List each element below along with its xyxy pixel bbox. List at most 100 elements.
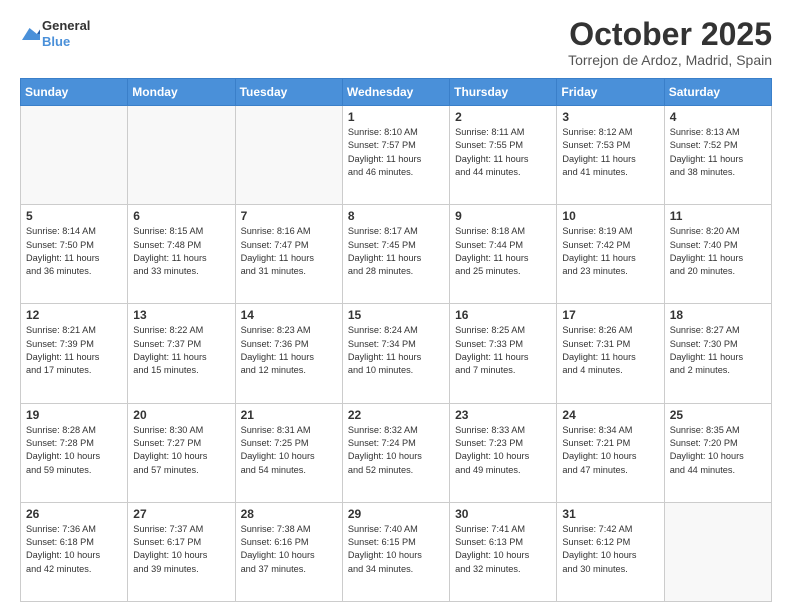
calendar-cell: 27 Sunrise: 7:37 AM Sunset: 6:17 PM Dayli… <box>128 502 235 601</box>
calendar-cell: 23 Sunrise: 8:33 AM Sunset: 7:23 PM Dayli… <box>450 403 557 502</box>
day-info: Sunrise: 8:14 AM Sunset: 7:50 PM Dayligh… <box>26 225 122 278</box>
day-info: Sunrise: 8:33 AM Sunset: 7:23 PM Dayligh… <box>455 424 551 477</box>
weekday-header-tuesday: Tuesday <box>235 79 342 106</box>
day-info: Sunrise: 7:40 AM Sunset: 6:15 PM Dayligh… <box>348 523 444 576</box>
day-info: Sunrise: 7:41 AM Sunset: 6:13 PM Dayligh… <box>455 523 551 576</box>
day-number: 21 <box>241 408 337 422</box>
calendar-cell: 5 Sunrise: 8:14 AM Sunset: 7:50 PM Daylig… <box>21 205 128 304</box>
day-number: 8 <box>348 209 444 223</box>
day-info: Sunrise: 7:36 AM Sunset: 6:18 PM Dayligh… <box>26 523 122 576</box>
calendar-cell: 21 Sunrise: 8:31 AM Sunset: 7:25 PM Dayli… <box>235 403 342 502</box>
day-info: Sunrise: 8:22 AM Sunset: 7:37 PM Dayligh… <box>133 324 229 377</box>
calendar-cell: 22Sunrise: 8:32 AM Sunset: 7:24 PM Dayli… <box>342 403 449 502</box>
week-row-0: 1 Sunrise: 8:10 AM Sunset: 7:57 PM Daylig… <box>21 106 772 205</box>
day-number: 4 <box>670 110 766 124</box>
day-number: 30 <box>455 507 551 521</box>
calendar-cell: 11 Sunrise: 8:20 AM Sunset: 7:40 PM Dayli… <box>664 205 771 304</box>
day-info: Sunrise: 8:35 AM Sunset: 7:20 PM Dayligh… <box>670 424 766 477</box>
day-info: Sunrise: 8:19 AM Sunset: 7:42 PM Dayligh… <box>562 225 658 278</box>
calendar-cell: 6 Sunrise: 8:15 AM Sunset: 7:48 PM Daylig… <box>128 205 235 304</box>
calendar-cell: 9 Sunrise: 8:18 AM Sunset: 7:44 PM Daylig… <box>450 205 557 304</box>
day-info: Sunrise: 8:18 AM Sunset: 7:44 PM Dayligh… <box>455 225 551 278</box>
day-info: Sunrise: 8:12 AM Sunset: 7:53 PM Dayligh… <box>562 126 658 179</box>
calendar-cell <box>235 106 342 205</box>
day-number: 5 <box>26 209 122 223</box>
calendar-cell: 24Sunrise: 8:34 AM Sunset: 7:21 PM Dayli… <box>557 403 664 502</box>
day-number: 12 <box>26 308 122 322</box>
day-info: Sunrise: 8:23 AM Sunset: 7:36 PM Dayligh… <box>241 324 337 377</box>
day-info: Sunrise: 8:17 AM Sunset: 7:45 PM Dayligh… <box>348 225 444 278</box>
day-info: Sunrise: 8:25 AM Sunset: 7:33 PM Dayligh… <box>455 324 551 377</box>
day-number: 16 <box>455 308 551 322</box>
logo-general: General <box>42 18 90 34</box>
calendar-cell: 2 Sunrise: 8:11 AM Sunset: 7:55 PM Daylig… <box>450 106 557 205</box>
day-info: Sunrise: 8:27 AM Sunset: 7:30 PM Dayligh… <box>670 324 766 377</box>
day-info: Sunrise: 8:20 AM Sunset: 7:40 PM Dayligh… <box>670 225 766 278</box>
week-row-4: 26Sunrise: 7:36 AM Sunset: 6:18 PM Dayli… <box>21 502 772 601</box>
day-number: 14 <box>241 308 337 322</box>
day-number: 28 <box>241 507 337 521</box>
weekday-header-wednesday: Wednesday <box>342 79 449 106</box>
month-title: October 2025 <box>568 18 772 50</box>
day-number: 31 <box>562 507 658 521</box>
day-number: 17 <box>562 308 658 322</box>
calendar-cell: 19 Sunrise: 8:28 AM Sunset: 7:28 PM Dayli… <box>21 403 128 502</box>
day-info: Sunrise: 8:11 AM Sunset: 7:55 PM Dayligh… <box>455 126 551 179</box>
day-number: 11 <box>670 209 766 223</box>
day-info: Sunrise: 8:30 AM Sunset: 7:27 PM Dayligh… <box>133 424 229 477</box>
weekday-header-friday: Friday <box>557 79 664 106</box>
day-info: Sunrise: 8:15 AM Sunset: 7:48 PM Dayligh… <box>133 225 229 278</box>
week-row-1: 5 Sunrise: 8:14 AM Sunset: 7:50 PM Daylig… <box>21 205 772 304</box>
week-row-2: 12Sunrise: 8:21 AM Sunset: 7:39 PM Dayli… <box>21 304 772 403</box>
day-info: Sunrise: 8:28 AM Sunset: 7:28 PM Dayligh… <box>26 424 122 477</box>
day-number: 6 <box>133 209 229 223</box>
day-number: 10 <box>562 209 658 223</box>
day-number: 3 <box>562 110 658 124</box>
day-info: Sunrise: 7:38 AM Sunset: 6:16 PM Dayligh… <box>241 523 337 576</box>
weekday-header-sunday: Sunday <box>21 79 128 106</box>
day-number: 29 <box>348 507 444 521</box>
calendar-cell <box>21 106 128 205</box>
day-number: 15 <box>348 308 444 322</box>
logo-blue: Blue <box>42 34 90 50</box>
calendar-cell: 1 Sunrise: 8:10 AM Sunset: 7:57 PM Daylig… <box>342 106 449 205</box>
day-info: Sunrise: 8:13 AM Sunset: 7:52 PM Dayligh… <box>670 126 766 179</box>
day-info: Sunrise: 8:34 AM Sunset: 7:21 PM Dayligh… <box>562 424 658 477</box>
calendar-cell: 13 Sunrise: 8:22 AM Sunset: 7:37 PM Dayli… <box>128 304 235 403</box>
calendar-cell: 26Sunrise: 7:36 AM Sunset: 6:18 PM Dayli… <box>21 502 128 601</box>
calendar-cell: 31 Sunrise: 7:42 AM Sunset: 6:12 PM Dayli… <box>557 502 664 601</box>
calendar-cell: 10 Sunrise: 8:19 AM Sunset: 7:42 PM Dayli… <box>557 205 664 304</box>
day-number: 22 <box>348 408 444 422</box>
day-number: 25 <box>670 408 766 422</box>
calendar-cell: 8 Sunrise: 8:17 AM Sunset: 7:45 PM Daylig… <box>342 205 449 304</box>
day-info: Sunrise: 7:42 AM Sunset: 6:12 PM Dayligh… <box>562 523 658 576</box>
day-info: Sunrise: 8:10 AM Sunset: 7:57 PM Dayligh… <box>348 126 444 179</box>
calendar-cell: 15Sunrise: 8:24 AM Sunset: 7:34 PM Dayli… <box>342 304 449 403</box>
calendar-cell: 17Sunrise: 8:26 AM Sunset: 7:31 PM Dayli… <box>557 304 664 403</box>
day-number: 13 <box>133 308 229 322</box>
calendar-cell <box>128 106 235 205</box>
day-number: 7 <box>241 209 337 223</box>
day-number: 23 <box>455 408 551 422</box>
weekday-header-monday: Monday <box>128 79 235 106</box>
calendar-cell: 16 Sunrise: 8:25 AM Sunset: 7:33 PM Dayli… <box>450 304 557 403</box>
day-number: 19 <box>26 408 122 422</box>
logo: General Blue <box>20 18 90 49</box>
calendar-cell: 18 Sunrise: 8:27 AM Sunset: 7:30 PM Dayli… <box>664 304 771 403</box>
calendar-cell: 30 Sunrise: 7:41 AM Sunset: 6:13 PM Dayli… <box>450 502 557 601</box>
calendar-cell: 25 Sunrise: 8:35 AM Sunset: 7:20 PM Dayli… <box>664 403 771 502</box>
day-number: 18 <box>670 308 766 322</box>
day-number: 1 <box>348 110 444 124</box>
day-number: 2 <box>455 110 551 124</box>
day-number: 20 <box>133 408 229 422</box>
day-info: Sunrise: 8:16 AM Sunset: 7:47 PM Dayligh… <box>241 225 337 278</box>
day-number: 27 <box>133 507 229 521</box>
day-info: Sunrise: 7:37 AM Sunset: 6:17 PM Dayligh… <box>133 523 229 576</box>
day-info: Sunrise: 8:31 AM Sunset: 7:25 PM Dayligh… <box>241 424 337 477</box>
day-number: 9 <box>455 209 551 223</box>
calendar: SundayMondayTuesdayWednesdayThursdayFrid… <box>20 78 772 602</box>
weekday-header-thursday: Thursday <box>450 79 557 106</box>
weekday-header-saturday: Saturday <box>664 79 771 106</box>
title-block: October 2025 Torrejon de Ardoz, Madrid, … <box>568 18 772 68</box>
header: General Blue October 2025 Torrejon de Ar… <box>20 18 772 68</box>
